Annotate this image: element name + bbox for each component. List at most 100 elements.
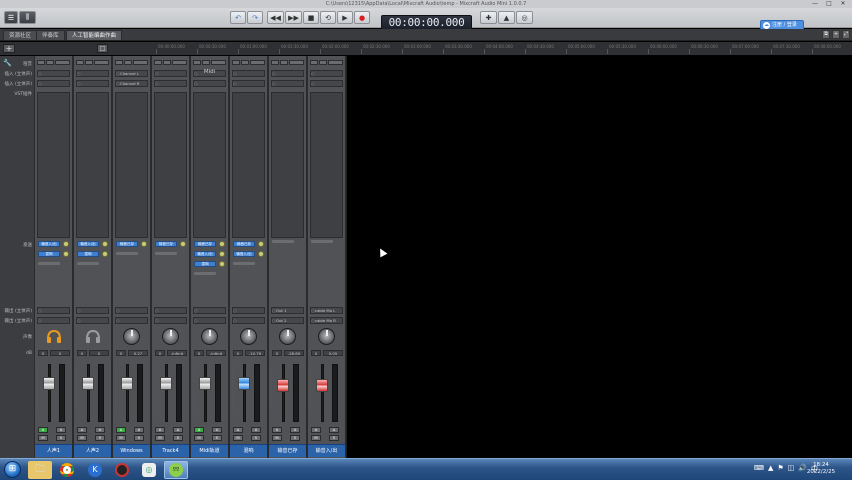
send-button[interactable]: 输音已存 [194,241,216,247]
arm-button[interactable]: A [95,427,105,433]
minimize-button[interactable]: — [808,0,822,8]
copy-icon[interactable]: ⧉ [822,30,830,39]
timeline-ruler[interactable]: 00:00:00.000 00:00:30.000 00:01:00.000 00:0… [118,42,852,55]
track-name[interactable]: Track4 [152,444,189,457]
output-slot-1[interactable] [232,307,265,314]
pan-knob[interactable] [279,328,296,345]
start-button[interactable]: ⊞ [4,461,21,478]
track-name[interactable]: 混响 [230,444,267,457]
tab-community[interactable]: 资源社区 [3,30,38,40]
pan-value[interactable]: 0 [38,350,48,356]
explorer-icon[interactable]: 🗀 [28,461,52,479]
maximize-button[interactable]: □ [822,0,836,8]
send-add-bar[interactable] [38,262,60,265]
send-level-knob[interactable] [102,251,108,257]
loop-button[interactable]: ⟲ [320,11,336,24]
mute-button[interactable]: M [116,435,126,441]
vst-insert-area[interactable] [232,92,265,238]
mute-mini-button[interactable] [115,60,123,65]
pan-value[interactable]: 0 [155,350,165,356]
vst-insert-area[interactable] [115,92,148,238]
chrome-icon[interactable] [55,461,79,479]
send-button[interactable]: 混响 [38,251,60,257]
input-slot-2[interactable] [310,80,343,87]
arm-button[interactable]: A [56,427,66,433]
output-slot-1[interactable] [76,307,109,314]
pan-value[interactable]: 0 [116,350,126,356]
monitor-button[interactable]: A [116,427,126,433]
send-level-knob[interactable] [258,241,264,247]
vst-insert-area[interactable] [193,92,226,238]
output-slot-2[interactable] [232,317,265,324]
send-level-knob[interactable] [219,241,225,247]
pan-knob[interactable] [201,328,218,345]
send-button[interactable]: 混响 [77,251,99,257]
output-slot-2[interactable] [154,317,187,324]
mute-button[interactable]: M [155,435,165,441]
network-icon[interactable]: ◫ [788,464,795,474]
headphones-icon[interactable] [85,329,101,344]
mute-mini-button[interactable] [76,60,84,65]
volume-value[interactable]: -28.69 [284,350,304,356]
send-add-bar[interactable] [233,262,255,265]
send-button[interactable]: 输音已存 [116,241,138,247]
mute-button[interactable]: M [233,435,243,441]
arm-button[interactable]: A [329,427,339,433]
track-name[interactable]: 输音已存 [269,444,306,457]
monitor-button[interactable]: A [38,427,48,433]
send-add-bar[interactable] [194,272,216,275]
track-name[interactable]: 人声2 [74,444,111,457]
output-slot-2[interactable] [37,317,70,324]
send-button[interactable]: 输音入/出 [38,241,60,247]
fader-track[interactable] [321,364,324,422]
rewind-button[interactable]: ◀◀ [267,11,284,24]
send-level-knob[interactable] [63,251,69,257]
output-slot-2[interactable] [76,317,109,324]
send-button[interactable]: 混响 [194,261,216,267]
solo-mini-button[interactable] [163,60,171,65]
fader-track[interactable] [87,364,90,422]
monitor-button[interactable]: A [155,427,165,433]
solo-button[interactable]: S [329,435,339,441]
input-slot-2[interactable]: Channel R [115,80,148,87]
frog-icon[interactable]: ºº [164,461,188,479]
output-slot-2[interactable]: cable Mo R [310,317,343,324]
pan-value[interactable]: 0 [311,350,321,356]
volume-value[interactable]: -10.79 [245,350,265,356]
solo-button[interactable]: S [290,435,300,441]
pan-value[interactable]: 0 [77,350,87,356]
volume-value[interactable]: 0.05 [323,350,343,356]
volume-fader[interactable] [43,377,55,390]
send-add-bar[interactable] [77,262,99,265]
volume-fader[interactable] [277,379,289,392]
pan-knob[interactable] [318,328,335,345]
mute-button[interactable]: M [77,435,87,441]
expand-icon[interactable]: ⤢ [842,30,850,39]
mute-mini-button[interactable] [193,60,201,65]
arm-button[interactable]: A [173,427,183,433]
arm-mini-button[interactable] [211,60,226,65]
output-slot-1[interactable] [193,307,226,314]
stop-button[interactable]: ■ [303,11,319,24]
tuner-button[interactable]: ◎ [516,11,533,24]
solo-button[interactable]: S [251,435,261,441]
tab-ai-compose[interactable]: 人工智能编曲作曲 [66,30,123,40]
arm-mini-button[interactable] [172,60,187,65]
send-button[interactable]: 输音入/出 [233,251,255,257]
fastforward-button[interactable]: ▶▶ [285,11,302,24]
solo-button[interactable]: S [95,435,105,441]
track-name[interactable]: Midi轨道 [191,444,228,457]
volume-value[interactable]: -Infinit [206,350,226,356]
fader-track[interactable] [243,364,246,422]
arm-button[interactable]: A [134,427,144,433]
mute-mini-button[interactable] [310,60,318,65]
send-add-bar[interactable] [155,252,177,255]
app-icon[interactable]: ◎ [137,461,161,479]
send-level-knob[interactable] [63,241,69,247]
fader-track[interactable] [165,364,168,422]
list-icon[interactable]: ☰ [4,11,18,24]
record-button[interactable]: ● [354,11,370,24]
wrench-icon[interactable]: 🔧 [3,60,12,67]
send-button[interactable]: 输音入/出 [194,251,216,257]
virus-icon[interactable] [110,461,134,479]
